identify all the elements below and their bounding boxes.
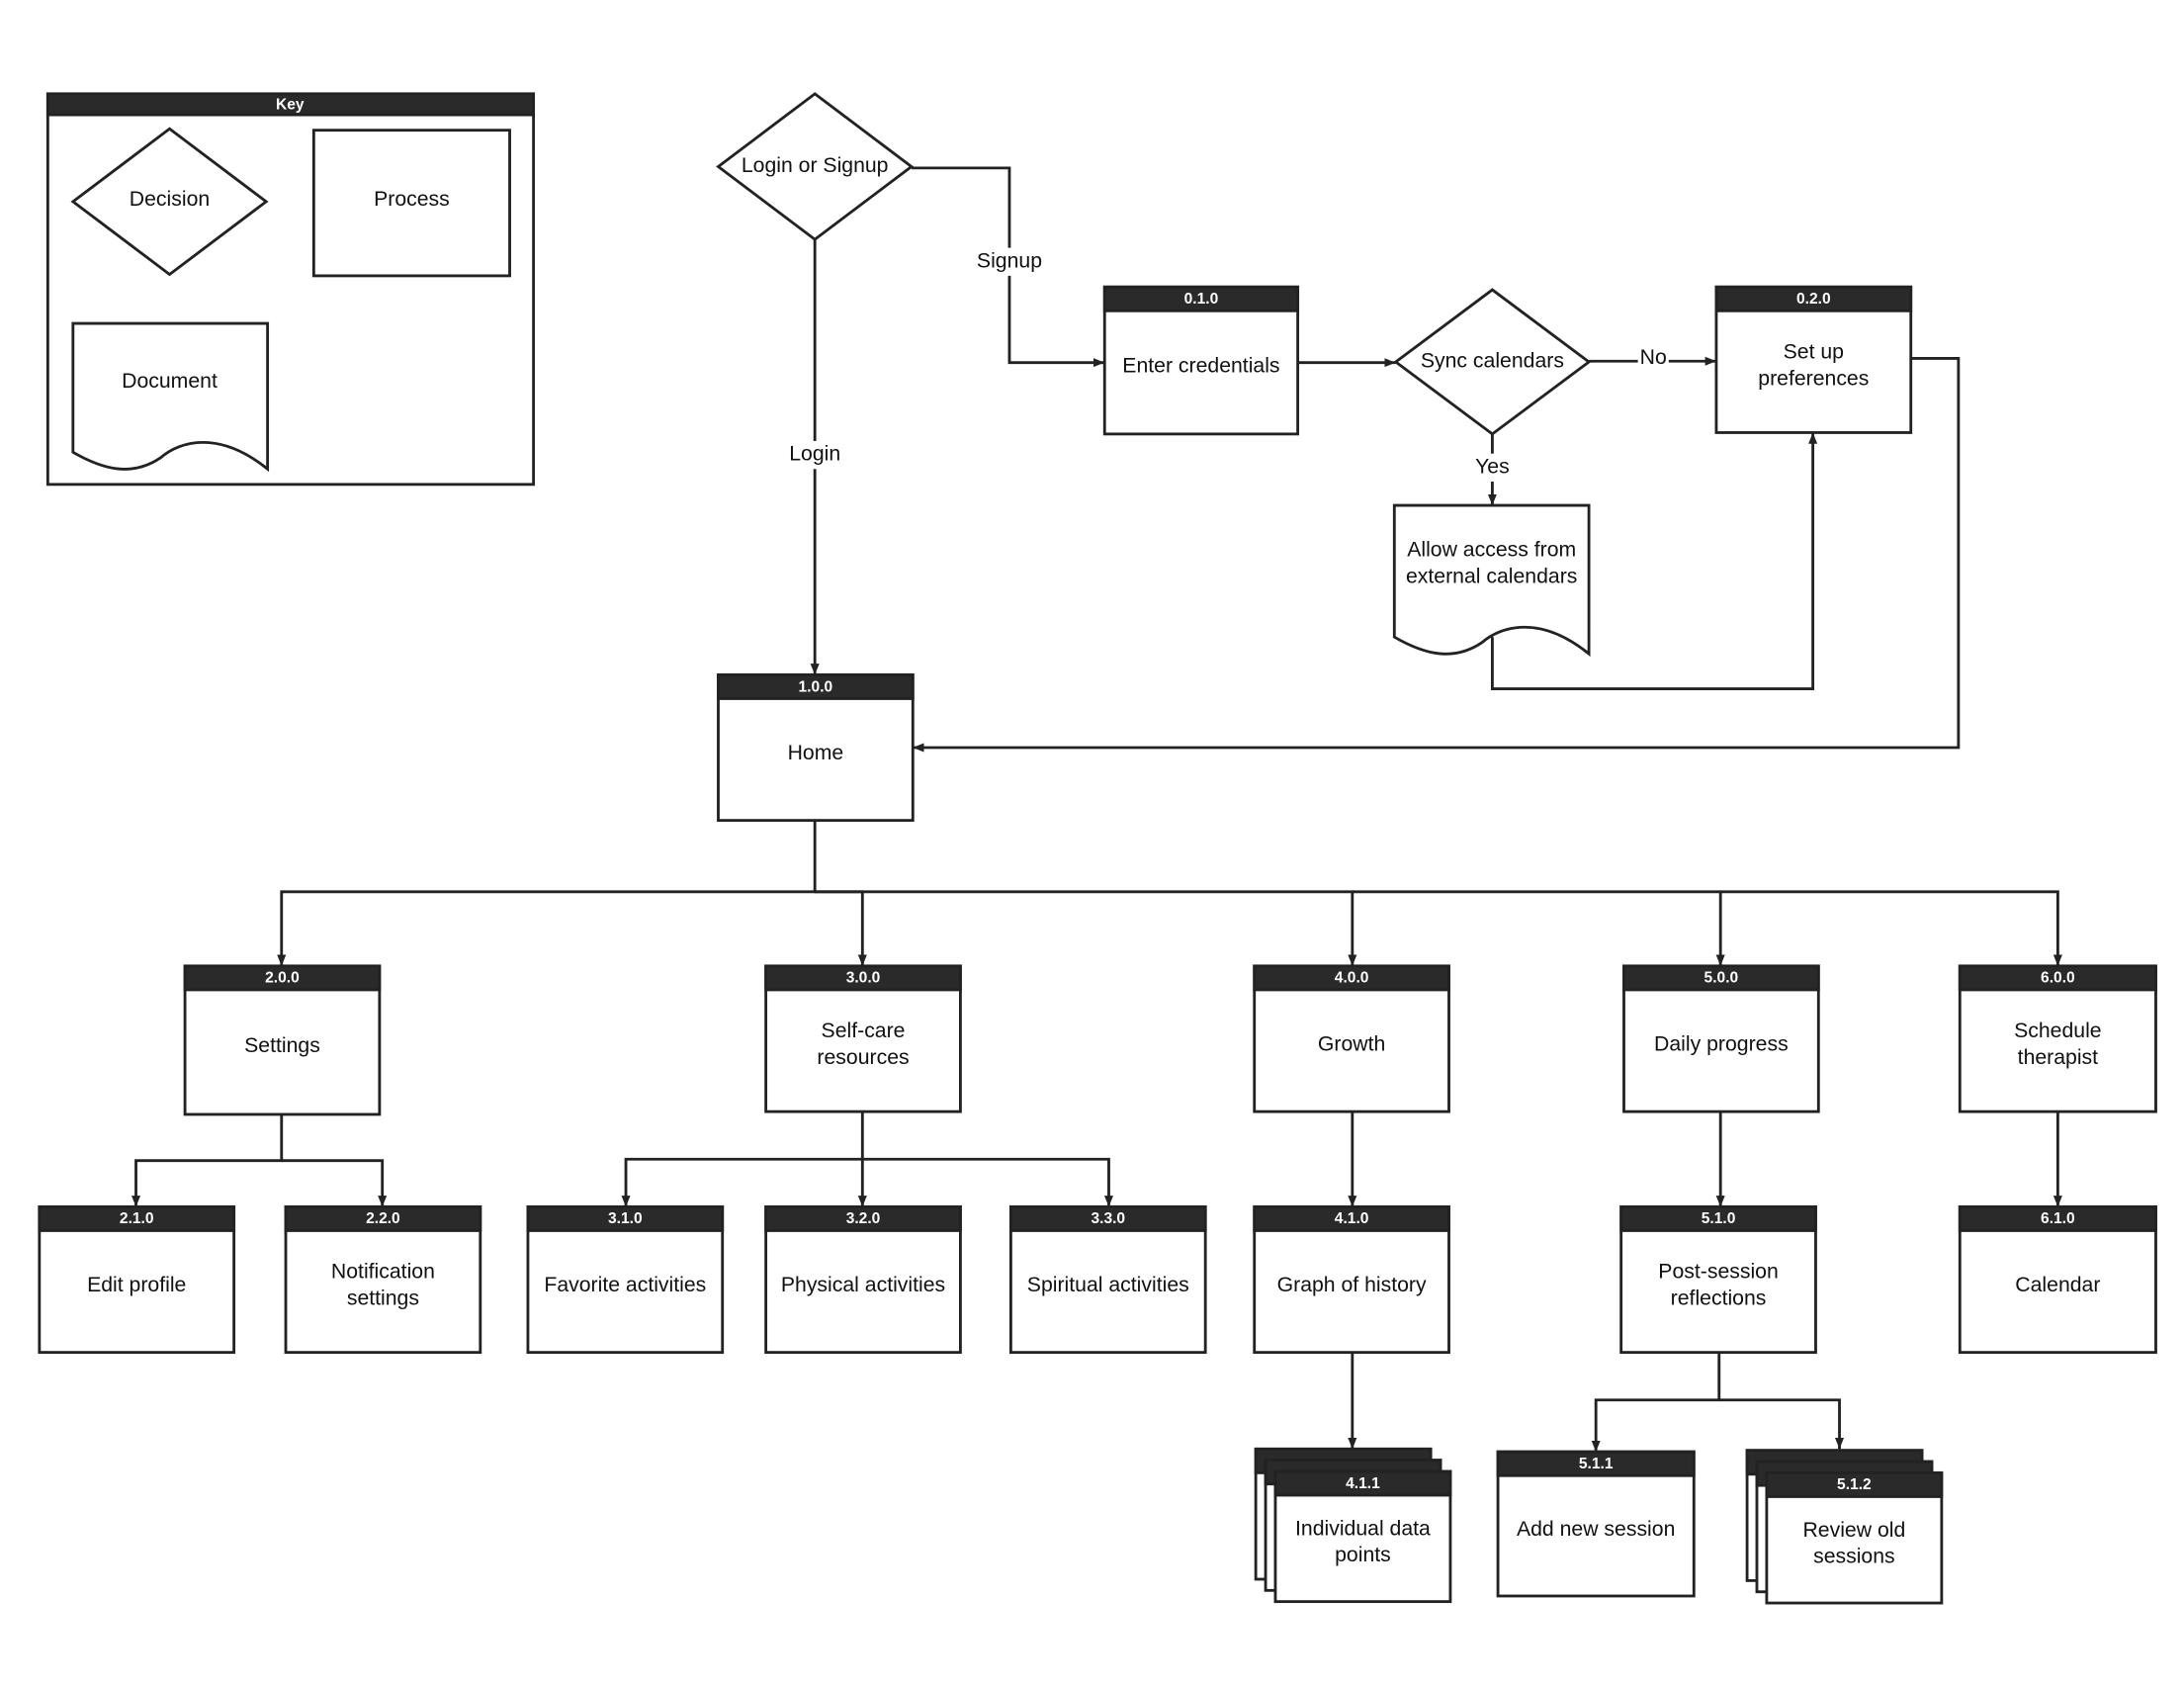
node-physical[interactable]: 3.2.0 Physical activities	[764, 1204, 962, 1355]
post-to-review	[1718, 1398, 1845, 1450]
edge-label-signup: Signup	[977, 249, 1042, 272]
node-label: Favorite activities	[544, 1274, 706, 1296]
node-id: 5.1.1	[1579, 1456, 1614, 1472]
settings-to-notif	[281, 1159, 388, 1207]
home-to-selfcare	[815, 890, 867, 966]
node-favorite[interactable]: 3.1.0 Favorite activities	[526, 1204, 725, 1355]
node-datapoints[interactable]: 4.1.1 Individual data points	[1254, 1447, 1452, 1604]
node-label: Daily progress	[1654, 1032, 1789, 1055]
legend-key: Key Decision Process Document	[45, 92, 536, 487]
node-sync[interactable]: Sync calendars	[1393, 288, 1592, 436]
node-spiritual[interactable]: 3.3.0 Spiritual activities	[1008, 1204, 1207, 1355]
node-label: Notification	[331, 1261, 435, 1284]
node-label: Self-care	[822, 1020, 906, 1042]
node-therapist[interactable]: 6.0.0 Schedule therapist	[1958, 964, 2157, 1113]
selfcare-to-fav	[621, 1111, 864, 1207]
node-notif[interactable]: 2.2.0 Notification settings	[284, 1204, 482, 1355]
node-postsession[interactable]: 5.1.0 Post-session reflections	[1619, 1204, 1817, 1355]
node-id: 2.2.0	[366, 1210, 400, 1227]
node-reviewsessions[interactable]: 5.1.2 Review old sessions	[1745, 1449, 1944, 1605]
node-label: Settings	[244, 1034, 320, 1057]
node-label: Add new session	[1517, 1518, 1675, 1541]
node-id: 5.0.0	[1704, 970, 1739, 987]
node-id: 4.0.0	[1335, 970, 1369, 987]
node-label: preferences	[1758, 367, 1869, 390]
node-growth[interactable]: 4.0.0 Growth	[1253, 964, 1450, 1113]
post-to-add	[1591, 1352, 1721, 1453]
edge-label-login: Login	[789, 443, 840, 466]
node-id: 5.1.0	[1702, 1210, 1736, 1227]
settings-to-edit	[131, 1113, 284, 1207]
node-selfcare[interactable]: 3.0.0 Self-care resources	[764, 964, 962, 1113]
node-label: Schedule	[2014, 1020, 2101, 1042]
home-to-therapist	[1720, 890, 2062, 966]
node-id: 4.1.0	[1335, 1210, 1369, 1227]
node-start[interactable]: Login or Signup	[716, 92, 915, 241]
node-label: Graph of history	[1277, 1274, 1427, 1296]
node-label: sessions	[1813, 1546, 1895, 1568]
node-graph[interactable]: 4.1.0 Graph of history	[1253, 1204, 1450, 1355]
node-label: Enter credentials	[1122, 355, 1279, 378]
node-label: Individual data	[1295, 1517, 1431, 1540]
node-label: settings	[347, 1287, 419, 1309]
node-id: 3.0.0	[846, 970, 881, 987]
node-id: 3.3.0	[1091, 1210, 1125, 1227]
node-addsession[interactable]: 5.1.1 Add new session	[1496, 1450, 1696, 1598]
node-label: Physical activities	[781, 1274, 945, 1296]
node-label: Calendar	[2015, 1274, 2100, 1296]
node-id: 2.1.0	[120, 1210, 154, 1227]
node-id: 0.1.0	[1184, 291, 1219, 308]
node-id: 4.1.1	[1346, 1475, 1380, 1492]
node-settings[interactable]: 2.0.0 Settings	[183, 964, 382, 1116]
edge-label-no: No	[1640, 346, 1667, 369]
node-id: 3.1.0	[608, 1210, 643, 1227]
node-label: resources	[817, 1046, 909, 1069]
selfcare-to-spir	[862, 1157, 1114, 1207]
node-home[interactable]: 1.0.0 Home	[717, 672, 915, 823]
node-id: 3.2.0	[846, 1210, 881, 1227]
node-id: 6.0.0	[2041, 970, 2075, 987]
home-to-daily	[1352, 890, 1725, 966]
node-id: 5.1.2	[1837, 1476, 1872, 1493]
key-process-label: Process	[374, 188, 450, 211]
node-label: Allow access from	[1407, 539, 1576, 562]
node-label: Sync calendars	[1421, 350, 1564, 373]
node-access[interactable]: Allow access from external calendars	[1392, 503, 1591, 658]
node-prefs[interactable]: 0.2.0 Set up preferences	[1714, 285, 1913, 434]
node-label: Set up	[1784, 340, 1844, 363]
node-editprofile[interactable]: 2.1.0 Edit profile	[38, 1204, 236, 1355]
node-label: Login or Signup	[742, 154, 889, 177]
node-label: external calendars	[1406, 566, 1577, 588]
node-label: Home	[788, 742, 844, 764]
node-label: reflections	[1671, 1287, 1767, 1309]
node-calendar[interactable]: 6.1.0 Calendar	[1958, 1204, 2157, 1355]
node-id: 6.1.0	[2041, 1210, 2075, 1227]
key-decision-label: Decision	[130, 188, 210, 211]
node-creds[interactable]: 0.1.0 Enter credentials	[1102, 285, 1300, 436]
key-document-label: Document	[122, 370, 218, 393]
home-trunk	[277, 820, 817, 966]
node-label: points	[1335, 1544, 1391, 1566]
edge-label-yes: Yes	[1475, 455, 1510, 478]
node-label: Edit profile	[87, 1274, 186, 1296]
node-label: Growth	[1318, 1032, 1385, 1055]
node-label: Spiritual activities	[1027, 1274, 1189, 1296]
flowchart-canvas: Key Decision Process Document Login or Sign…	[38, 92, 2157, 1605]
home-to-growth	[815, 890, 1357, 966]
node-id: 0.2.0	[1796, 291, 1831, 308]
node-id: 1.0.0	[799, 678, 833, 695]
node-label: therapist	[2018, 1046, 2098, 1069]
key-document-shape	[71, 321, 270, 473]
node-daily[interactable]: 5.0.0 Daily progress	[1622, 964, 1820, 1113]
node-label: Review old	[1802, 1519, 1905, 1542]
node-id: 2.0.0	[265, 970, 300, 987]
key-title: Key	[276, 96, 305, 113]
node-label: Post-session	[1658, 1261, 1778, 1284]
